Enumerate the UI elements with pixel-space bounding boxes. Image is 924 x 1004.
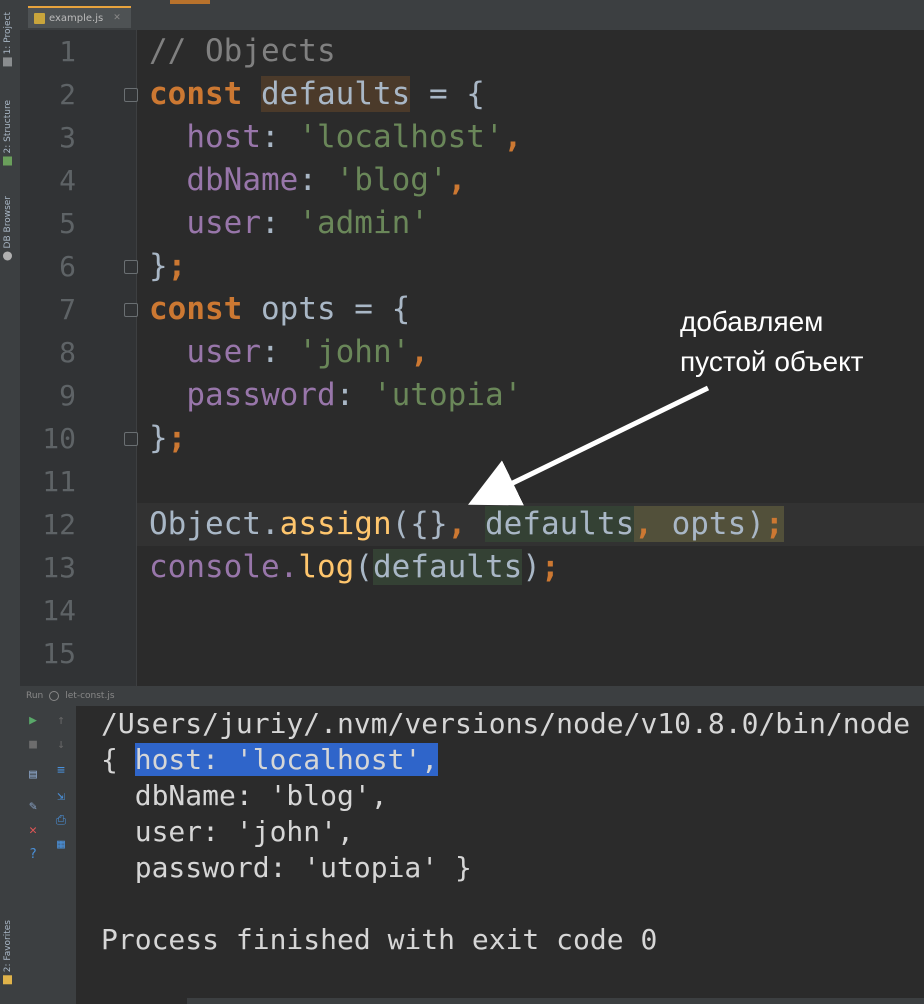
console-line-3: user: 'john', — [101, 815, 354, 848]
rerun-icon[interactable]: ▶ — [26, 714, 40, 728]
console-output[interactable]: /Users/juriy/.nvm/versions/node/v10.8.0/… — [77, 706, 924, 1004]
close-run-icon[interactable]: ✕ — [26, 824, 40, 838]
restore-layout-icon[interactable]: ▤ — [26, 768, 40, 782]
scroll-down-icon[interactable]: ↓ — [54, 738, 68, 752]
soft-wrap-icon[interactable]: ≡ — [54, 764, 68, 778]
console-line-exit: Process finished with exit code 0 — [101, 923, 658, 956]
annotation-line-1: добавляем — [680, 306, 824, 337]
scroll-up-icon[interactable]: ↑ — [54, 714, 68, 728]
run-panel-header: Run let-const.js — [20, 686, 924, 706]
console-line-1: { host: 'localhost', — [101, 743, 439, 776]
help-icon[interactable]: ? — [26, 848, 40, 862]
run-config-name[interactable]: let-const.js — [65, 691, 114, 701]
run-label: Run — [26, 691, 44, 701]
console-line-2: dbName: 'blog', — [101, 779, 388, 812]
scroll-to-end-icon[interactable]: ⇲ — [54, 790, 68, 804]
console-line-path: /Users/juriy/.nvm/versions/node/v10.8.0/… — [101, 707, 911, 740]
horizontal-scrollbar[interactable] — [187, 998, 924, 1004]
stop-icon[interactable]: ■ — [26, 738, 40, 752]
run-toolbar: ▶ ■ ▤ ✎ ✕ ? ↑ ↓ ≡ ⇲ ⎙ ▦ — [20, 706, 77, 1004]
annotation-text: добавляем пустой объект — [680, 302, 864, 382]
selected-text: host: 'localhost', — [134, 743, 439, 776]
annotation-line-2: пустой объект — [680, 346, 864, 377]
print-icon[interactable]: ⎙ — [54, 814, 68, 828]
console-line-4: password: 'utopia' } — [101, 851, 472, 884]
pin-icon[interactable]: ✎ — [26, 800, 40, 814]
trash-icon[interactable]: ▦ — [54, 838, 68, 852]
run-config-icon — [49, 691, 60, 701]
